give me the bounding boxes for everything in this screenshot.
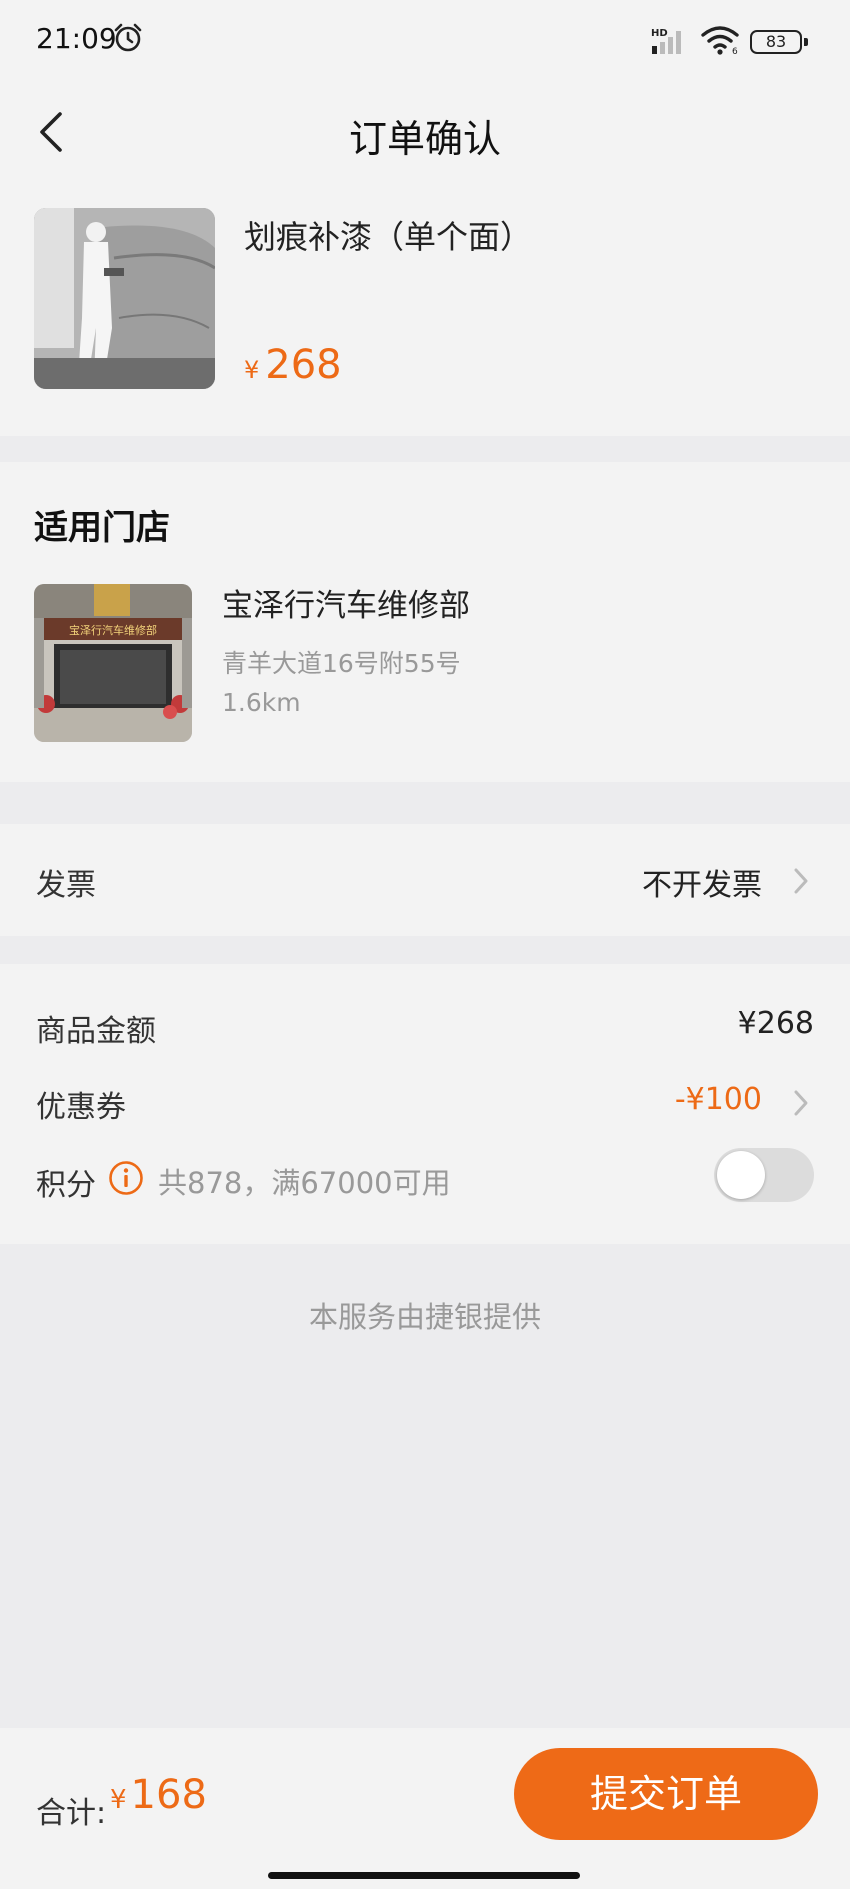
points-description: 共878，满67000可用 [158,1166,451,1200]
home-indicator [268,1872,580,1879]
chevron-right-icon [792,1088,810,1122]
invoice-value: 不开发票 [642,868,762,903]
store-distance: 1.6km [222,688,301,717]
page-title: 订单确认 [348,117,501,161]
status-bar: 21:09 HD 6 83 [0,0,850,84]
provider-note: 本服务由捷银提供 [308,1300,541,1334]
product-card: 划痕补漆（单个面） ¥268 [0,180,850,436]
points-label: 积分 [36,1168,96,1203]
wifi-icon: 6 [700,24,742,60]
network-label: HD [651,28,668,39]
product-image [34,208,215,389]
coupon-label: 优惠券 [36,1090,126,1125]
amount-label: 商品金额 [36,1014,156,1049]
store-image: 宝泽行汽车维修部 [34,584,192,742]
alarm-clock-icon [112,22,144,58]
coupon-value: -¥100 [674,1082,762,1117]
store-sign-text: 宝泽行汽车维修部 [69,623,157,637]
info-icon[interactable] [108,1160,144,1200]
store-card[interactable]: 适用门店 宝泽行汽车维修部 宝泽行汽车维修部 青羊大道16号附55号 1.6km [0,462,850,782]
nav-header: 订单确认 [0,84,850,180]
section-title-store: 适用门店 [34,508,170,548]
product-currency: ¥ [244,356,260,384]
submit-order-button[interactable]: 提交订单 [514,1748,818,1840]
toggle-knob [717,1151,765,1199]
status-time: 21:09 [36,22,117,55]
total-currency: ¥ [110,1785,127,1815]
product-price-value: 268 [265,342,342,388]
total-price: ¥168 [110,1772,207,1818]
invoice-label: 发票 [36,868,96,903]
amount-value: ¥268 [737,1006,814,1041]
bottom-bar: 合计: ¥168 提交订单 [0,1728,850,1889]
store-name: 宝泽行汽车维修部 [222,588,470,624]
signal-icon: HD [650,26,694,60]
total-price-value: 168 [130,1772,207,1818]
product-name: 划痕补漆（单个面） [244,218,533,256]
points-toggle[interactable] [714,1148,814,1202]
price-details-card: 商品金额 ¥268 优惠券 -¥100 积分 共878，满67000可用 [0,964,850,1244]
store-address: 青羊大道16号附55号 [222,649,461,678]
chevron-right-icon [792,866,810,900]
invoice-row[interactable]: 发票 不开发票 [0,824,850,936]
battery-icon: 83 [750,30,808,54]
product-price: ¥268 [244,342,342,388]
wifi-label: 6 [732,47,738,56]
total-label: 合计: [36,1796,107,1831]
